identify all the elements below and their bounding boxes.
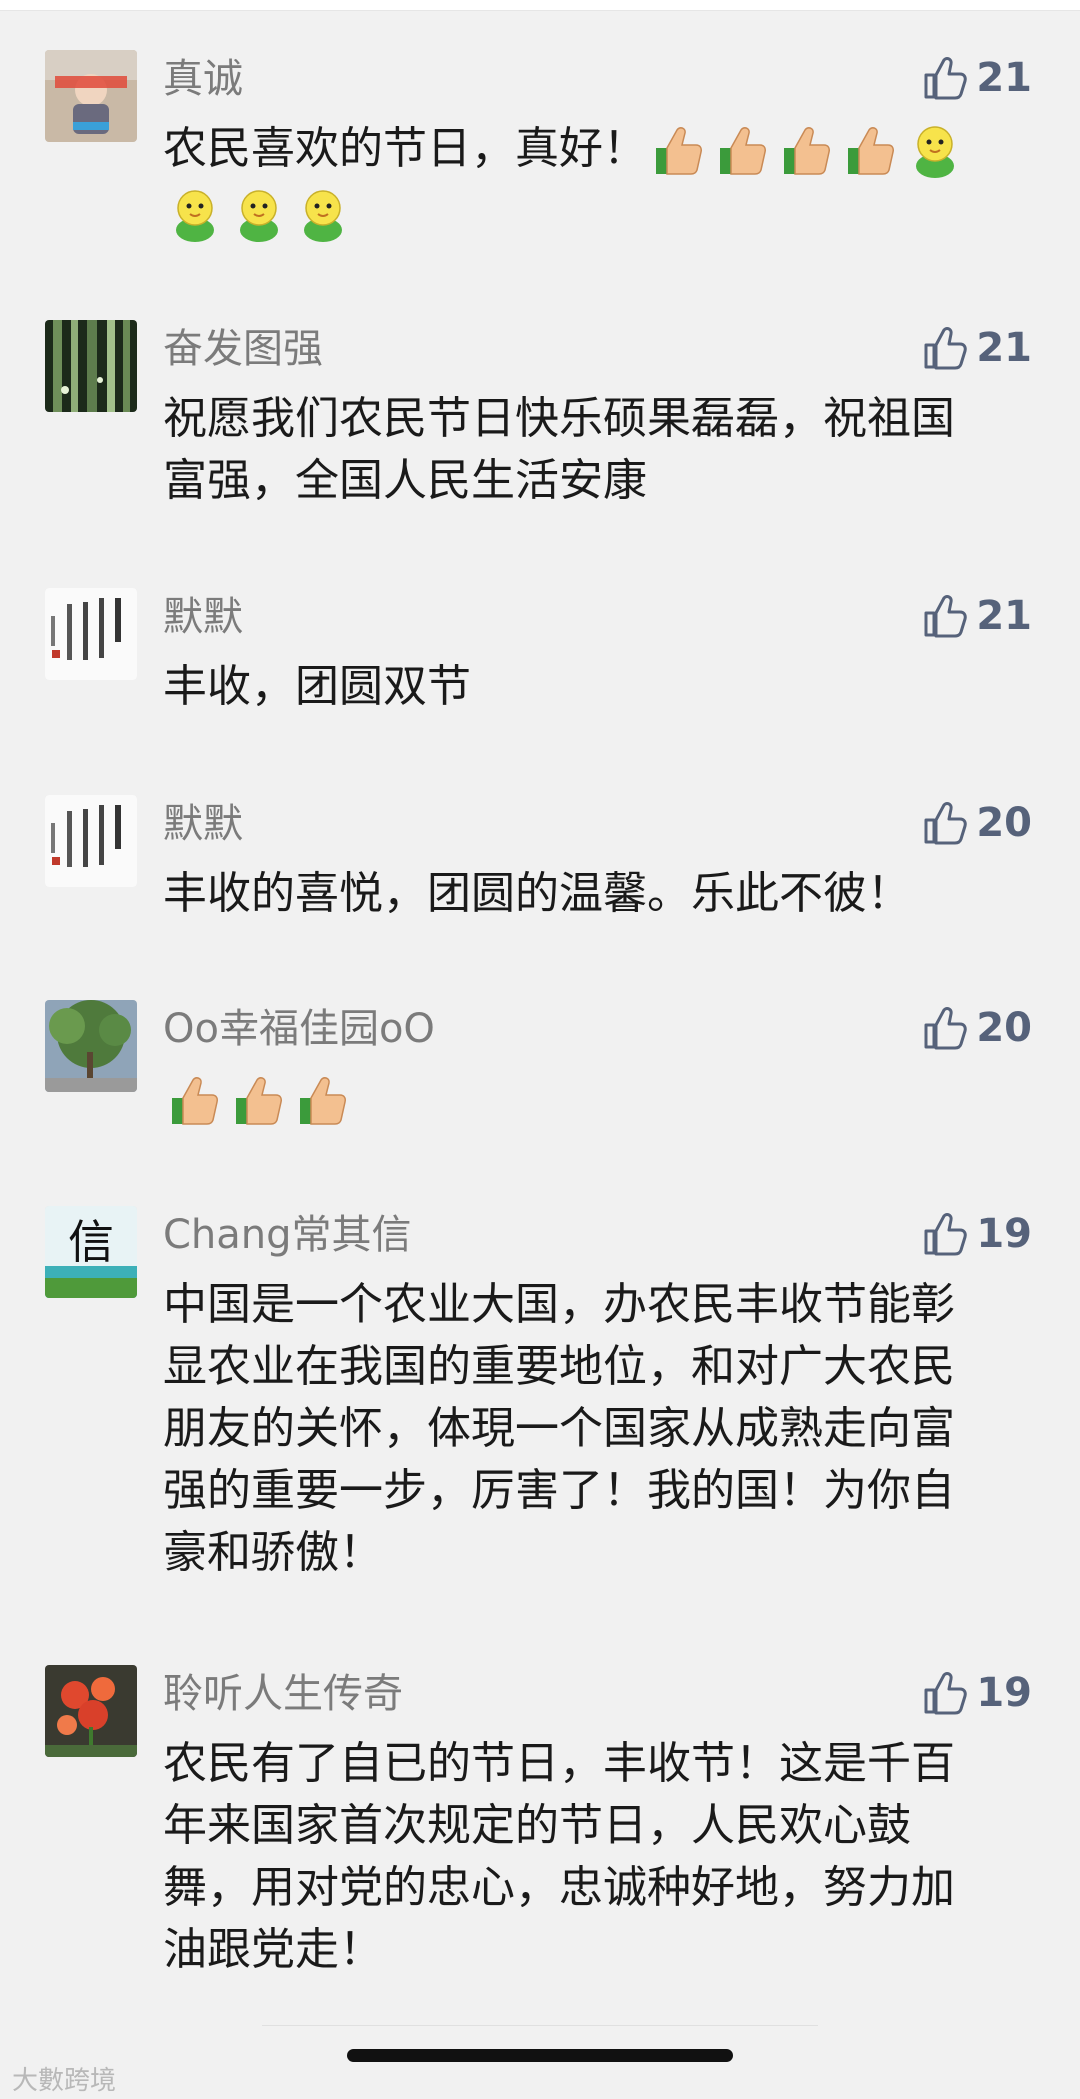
commenter-name[interactable]: 奋发图强 <box>163 324 323 374</box>
commenter-name[interactable]: Chang常其信 <box>163 1210 412 1260</box>
thumbs-up-emoji-icon <box>172 1077 218 1125</box>
commenter-name[interactable]: 聆听人生传奇 <box>163 1669 403 1719</box>
like-count: 20 <box>976 1005 1032 1051</box>
avatar[interactable] <box>45 588 137 680</box>
thumbs-up-emoji-icon <box>656 127 702 175</box>
thumbs-up-emoji-icon <box>848 127 894 175</box>
like-count: 21 <box>976 325 1032 371</box>
commenter-name[interactable]: 真诚 <box>163 54 243 104</box>
avatar[interactable] <box>45 50 137 142</box>
avatar[interactable]: 信 <box>45 1206 137 1298</box>
thumbs-up-icon <box>924 595 968 638</box>
watermark: 大數跨境 <box>12 2066 117 2096</box>
like-button[interactable]: 21 <box>922 588 1032 644</box>
thumbs-up-icon <box>924 802 968 845</box>
like-button[interactable]: 20 <box>922 1000 1032 1056</box>
like-button[interactable]: 19 <box>922 1206 1032 1262</box>
like-count: 20 <box>976 800 1032 846</box>
chick-emoji-icon <box>916 126 954 178</box>
top-divider <box>0 0 1080 11</box>
like-button[interactable]: 21 <box>922 50 1032 106</box>
bottom-divider <box>262 2025 818 2026</box>
comment-text: 丰收，团圆双节 <box>163 661 471 712</box>
commenter-name[interactable]: 默默 <box>163 799 243 849</box>
like-count: 19 <box>976 1211 1032 1257</box>
chick-emoji-icon <box>304 190 342 242</box>
thumbs-up-icon <box>924 327 968 370</box>
avatar[interactable] <box>45 1665 137 1757</box>
like-count: 21 <box>976 593 1032 639</box>
like-count: 19 <box>976 1670 1032 1716</box>
commenter-name[interactable]: Oo幸福佳园oO <box>163 1004 435 1054</box>
like-button[interactable]: 19 <box>922 1665 1032 1721</box>
thumbs-up-emoji-icon <box>720 127 766 175</box>
avatar[interactable] <box>45 795 137 887</box>
chick-emoji-icon <box>176 190 214 242</box>
thumbs-up-icon <box>924 1007 968 1050</box>
avatar[interactable] <box>45 1000 137 1092</box>
comment-text: 丰收的喜悦，团圆的温馨。乐此不彼！ <box>163 868 911 919</box>
like-button[interactable]: 20 <box>922 795 1032 851</box>
thumbs-up-icon <box>924 1672 968 1715</box>
comment-text: 农民喜欢的节日，真好！ <box>163 118 993 246</box>
avatar-character: 信 <box>68 1215 114 1269</box>
like-count: 21 <box>976 55 1032 101</box>
avatar[interactable] <box>45 320 137 412</box>
home-indicator[interactable] <box>347 2049 733 2062</box>
comment-text: 农民有了自已的节日，丰收节！这是千百年来国家首次规定的节日，人民欢心鼓舞，用对党… <box>163 1738 955 1975</box>
thumbs-up-emoji-icon <box>236 1077 282 1125</box>
like-button[interactable]: 21 <box>922 320 1032 376</box>
chick-emoji-icon <box>240 190 278 242</box>
thumbs-up-icon <box>924 1213 968 1256</box>
thumbs-up-emoji-icon <box>300 1077 346 1125</box>
thumbs-up-emoji-icon <box>784 127 830 175</box>
comment-text <box>163 1068 993 1132</box>
comment-text: 祝愿我们农民节日快乐硕果磊磊，祝祖国富强，全国人民生活安康 <box>163 393 955 506</box>
comment-text: 中国是一个农业大国，办农民丰收节能彰显农业在我国的重要地位，和对广大农民朋友的关… <box>163 1279 955 1578</box>
thumbs-up-icon <box>924 57 968 100</box>
comment-text-body: 农民喜欢的节日，真好！ <box>163 123 647 174</box>
commenter-name[interactable]: 默默 <box>163 592 243 642</box>
